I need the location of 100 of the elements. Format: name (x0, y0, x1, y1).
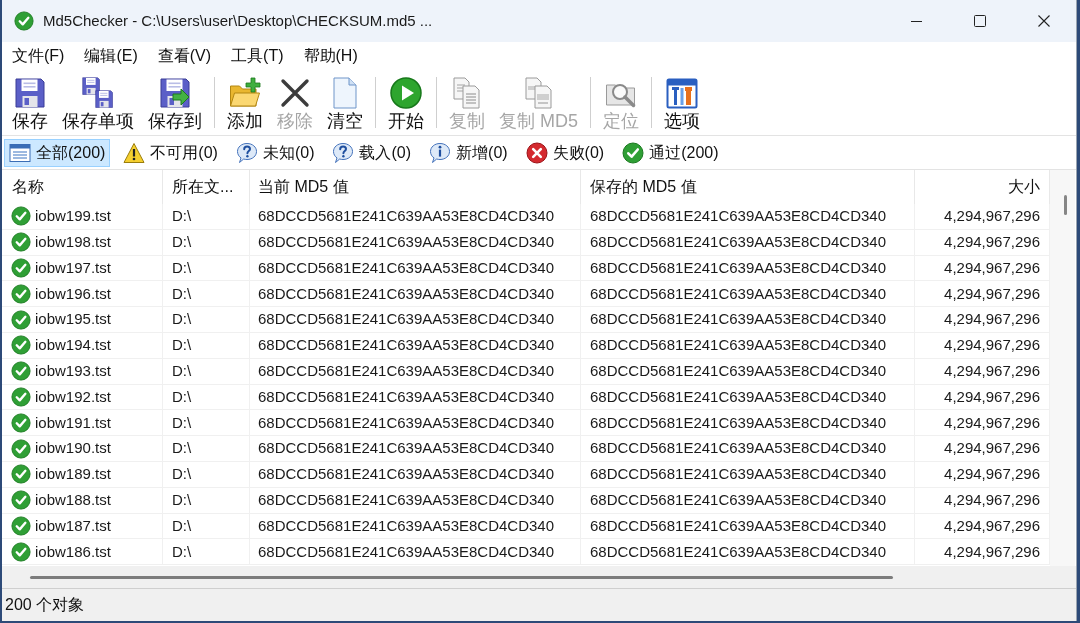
file-size: 4,294,967,296 (944, 257, 1040, 278)
question-bubble-icon (332, 141, 355, 164)
current-md5: 68DCCD5681E241C639AA53E8CD4CD340 (258, 464, 554, 485)
file-name: iobw197.tst (35, 257, 111, 278)
toolbar-button[interactable]: 清空 (320, 70, 370, 135)
toolbar-button[interactable]: 开始 (381, 70, 431, 135)
file-name: iobw192.tst (35, 386, 111, 407)
column-header[interactable]: 所在文... (163, 170, 250, 204)
cross-icon (279, 77, 311, 109)
filter-tab[interactable]: 全部(200) (4, 138, 111, 167)
file-name: iobw190.tst (35, 438, 111, 459)
file-size: 4,294,967,296 (944, 541, 1040, 562)
file-name: iobw186.tst (35, 541, 111, 562)
file-size: 4,294,967,296 (944, 515, 1040, 536)
folder-plus-icon (229, 77, 261, 109)
saved-md5: 68DCCD5681E241C639AA53E8CD4CD340 (590, 489, 886, 510)
folder-path: D:\ (172, 464, 192, 485)
saved-md5: 68DCCD5681E241C639AA53E8CD4CD340 (590, 257, 886, 278)
file-size: 4,294,967,296 (944, 412, 1040, 433)
file-size: 4,294,967,296 (944, 464, 1040, 485)
saved-md5: 68DCCD5681E241C639AA53E8CD4CD340 (590, 231, 886, 252)
saved-md5: 68DCCD5681E241C639AA53E8CD4CD340 (590, 335, 886, 356)
saved-md5: 68DCCD5681E241C639AA53E8CD4CD340 (590, 515, 886, 536)
file-size: 4,294,967,296 (944, 438, 1040, 459)
column-header[interactable]: 名称 (2, 170, 163, 204)
saved-md5: 68DCCD5681E241C639AA53E8CD4CD340 (590, 360, 886, 381)
check-circle-icon (622, 141, 645, 164)
file-size: 4,294,967,296 (944, 489, 1040, 510)
question-bubble-icon (235, 141, 258, 164)
file-name: iobw191.tst (35, 412, 111, 433)
scrollbar-thumb[interactable] (1064, 195, 1067, 215)
menu-item[interactable]: 编辑(E) (74, 42, 148, 70)
file-size: 4,294,967,296 (944, 386, 1040, 407)
current-md5: 68DCCD5681E241C639AA53E8CD4CD340 (258, 515, 554, 536)
file-size: 4,294,967,296 (944, 335, 1040, 356)
file-name: iobw195.tst (35, 309, 111, 330)
toolbar-button[interactable]: 选项 (657, 70, 707, 135)
file-name: iobw189.tst (35, 464, 111, 485)
current-md5: 68DCCD5681E241C639AA53E8CD4CD340 (258, 231, 554, 252)
folder-path: D:\ (172, 489, 192, 510)
status-text: 200 个对象 (5, 595, 85, 615)
current-md5: 68DCCD5681E241C639AA53E8CD4CD340 (258, 335, 554, 356)
saved-md5: 68DCCD5681E241C639AA53E8CD4CD340 (590, 283, 886, 304)
current-md5: 68DCCD5681E241C639AA53E8CD4CD340 (258, 541, 554, 562)
x-circle-icon (525, 141, 548, 164)
play-icon (390, 77, 422, 109)
menu-item[interactable]: 工具(T) (221, 42, 294, 70)
toolbar-button[interactable]: 保存单项 (55, 70, 141, 135)
file-name: iobw187.tst (35, 515, 111, 536)
file-size: 4,294,967,296 (944, 283, 1040, 304)
folder-path: D:\ (172, 541, 192, 562)
window-title: Md5Checker - C:\Users\user\Desktop\CHECKSUM.md5 ... (43, 10, 433, 31)
file-size: 4,294,967,296 (944, 231, 1040, 252)
close-icon (1038, 15, 1050, 27)
current-md5: 68DCCD5681E241C639AA53E8CD4CD340 (258, 283, 554, 304)
current-md5: 68DCCD5681E241C639AA53E8CD4CD340 (258, 386, 554, 407)
saved-md5: 68DCCD5681E241C639AA53E8CD4CD340 (590, 541, 886, 562)
menu-item[interactable]: 帮助(H) (293, 42, 368, 70)
toolbar-button[interactable]: 保存 (5, 70, 55, 135)
folder-path: D:\ (172, 438, 192, 459)
file-name: iobw198.tst (35, 231, 111, 252)
folder-path: D:\ (172, 412, 192, 433)
folder-path: D:\ (172, 309, 192, 330)
folder-path: D:\ (172, 231, 192, 252)
current-md5: 68DCCD5681E241C639AA53E8CD4CD340 (258, 360, 554, 381)
folder-path: D:\ (172, 206, 192, 227)
check-circle-icon (14, 11, 34, 31)
current-md5: 68DCCD5681E241C639AA53E8CD4CD340 (258, 412, 554, 433)
toolbar-button[interactable]: 添加 (220, 70, 270, 135)
saved-md5: 68DCCD5681E241C639AA53E8CD4CD340 (590, 206, 886, 227)
file-name: iobw194.tst (35, 335, 111, 356)
file-name: iobw188.tst (35, 489, 111, 510)
documents-icon (451, 77, 483, 109)
file-name: iobw199.tst (35, 206, 111, 227)
current-md5: 68DCCD5681E241C639AA53E8CD4CD340 (258, 206, 554, 227)
documents-icon (522, 77, 555, 109)
folder-path: D:\ (172, 515, 192, 536)
toolbox-icon (666, 77, 698, 109)
two-floppy-disks-icon (82, 77, 114, 109)
menu-item[interactable]: 文件(F) (2, 42, 75, 70)
file-size: 4,294,967,296 (944, 309, 1040, 330)
saved-md5: 68DCCD5681E241C639AA53E8CD4CD340 (590, 464, 886, 485)
saved-md5: 68DCCD5681E241C639AA53E8CD4CD340 (590, 386, 886, 407)
file-name: iobw196.tst (35, 283, 111, 304)
current-md5: 68DCCD5681E241C639AA53E8CD4CD340 (258, 489, 554, 510)
file-name: iobw193.tst (35, 360, 111, 381)
folder-path: D:\ (172, 335, 192, 356)
minimize-icon (910, 20, 922, 22)
info-bubble-icon (429, 141, 452, 164)
folder-path: D:\ (172, 360, 192, 381)
column-header[interactable]: 保存的 MD5 值 (581, 170, 915, 204)
folder-path: D:\ (172, 283, 192, 304)
maximize-icon (974, 15, 986, 27)
file-size: 4,294,967,296 (944, 206, 1040, 227)
folder-path: D:\ (172, 386, 192, 407)
scrollbar-thumb[interactable] (30, 575, 893, 579)
toolbar-button[interactable]: 保存到 (141, 70, 209, 135)
warning-icon (123, 141, 146, 164)
menu-item[interactable]: 查看(V) (147, 42, 222, 70)
column-header[interactable]: 当前 MD5 值 (250, 170, 581, 204)
